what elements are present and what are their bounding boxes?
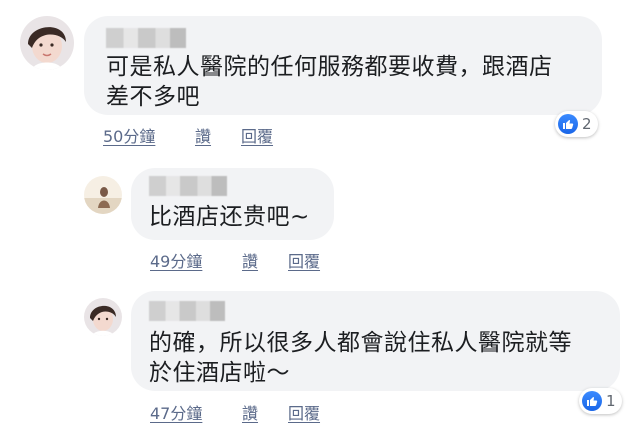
timestamp-link[interactable]: 50分鐘 (103, 123, 155, 147)
comment-bubble: 可是私人醫院的任何服務都要收費，跟酒店 差不多吧 (84, 16, 602, 115)
timestamp-link[interactable]: 47分鐘 (150, 400, 202, 424)
reaction-count: 1 (606, 392, 616, 410)
avatar[interactable] (84, 176, 122, 214)
like-link[interactable]: 讚 (242, 400, 258, 424)
avatar[interactable] (84, 298, 122, 336)
comment-text: 可是私人醫院的任何服務都要收費，跟酒店 差不多吧 (106, 54, 553, 110)
author-name[interactable] (106, 28, 186, 48)
avatar[interactable] (20, 16, 74, 70)
reply-link[interactable]: 回覆 (241, 123, 273, 147)
comment-text: 比酒店还贵吧~ (149, 204, 310, 230)
author-name[interactable] (149, 176, 227, 196)
author-name[interactable] (149, 301, 225, 321)
comment-text: 的確，所以很多人都會說住私人醫院就等 於住酒店啦～ (149, 330, 572, 386)
comment-bubble: 的確，所以很多人都會說住私人醫院就等 於住酒店啦～ (131, 291, 620, 391)
like-link[interactable]: 讚 (242, 248, 258, 272)
thumbs-up-icon (582, 391, 602, 411)
thumbs-up-icon (558, 114, 578, 134)
reaction-badge[interactable]: 1 (579, 388, 622, 414)
like-link[interactable]: 讚 (195, 123, 211, 147)
reaction-badge[interactable]: 2 (555, 111, 598, 137)
reaction-count: 2 (582, 115, 592, 133)
reply-link[interactable]: 回覆 (288, 248, 320, 272)
reply-link[interactable]: 回覆 (288, 400, 320, 424)
timestamp-link[interactable]: 49分鐘 (150, 248, 202, 272)
comment-bubble: 比酒店还贵吧~ (131, 168, 334, 240)
